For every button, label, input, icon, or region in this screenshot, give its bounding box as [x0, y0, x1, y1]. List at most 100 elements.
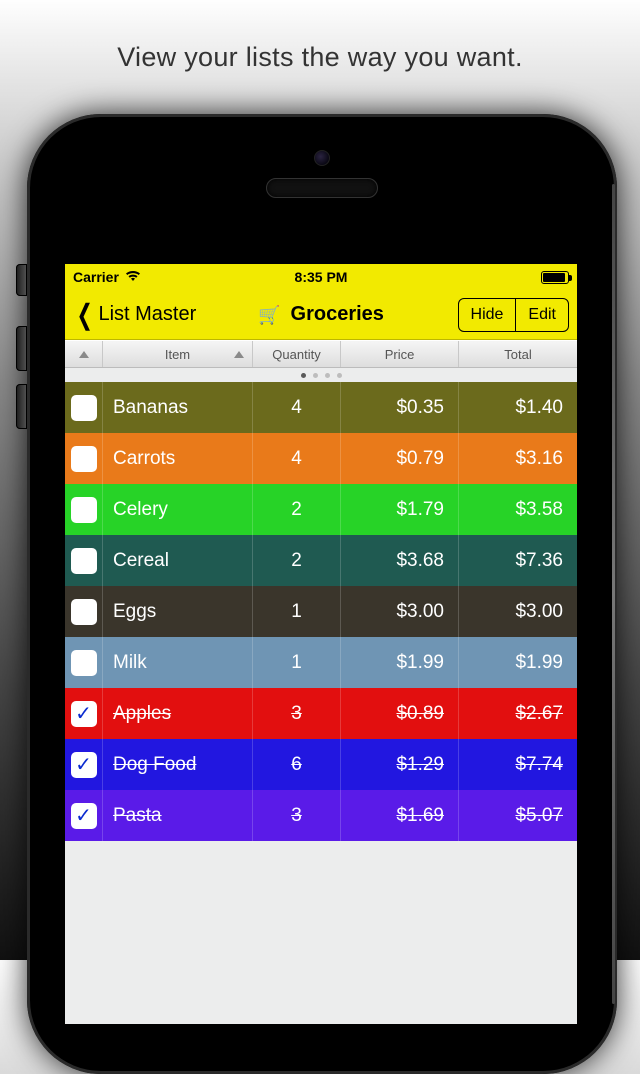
- table-row[interactable]: Eggs 1 $3.00$3.00: [65, 586, 577, 637]
- hide-button[interactable]: Hide: [459, 299, 516, 331]
- table-row[interactable]: Celery 2 $1.79 $3.58: [65, 484, 577, 535]
- row-item: Milk: [113, 652, 147, 674]
- row-price: $1.69: [396, 805, 444, 827]
- mute-switch: [16, 264, 27, 296]
- row-price-cell: $1.69: [341, 790, 459, 841]
- table-row[interactable]: Milk 1 $1.99 $1.99: [65, 637, 577, 688]
- row-total-cell: $3.00: [459, 586, 577, 637]
- row-checkbox-cell: [65, 433, 103, 484]
- row-checkbox[interactable]: [71, 548, 97, 574]
- row-total: $3.16: [515, 448, 563, 470]
- row-price-cell: $0.89: [341, 688, 459, 739]
- pager-dot[interactable]: [337, 373, 342, 378]
- table-row[interactable]: Carrots4$0.79$3.16: [65, 433, 577, 484]
- row-checkbox[interactable]: [71, 395, 97, 421]
- row-checkbox[interactable]: [71, 650, 97, 676]
- row-total: $3.58: [515, 499, 563, 521]
- row-checkbox[interactable]: [71, 446, 97, 472]
- row-checkbox[interactable]: ✓: [71, 803, 97, 829]
- row-checkbox[interactable]: [71, 599, 97, 625]
- row-total-cell: $2.67: [459, 688, 577, 739]
- row-item-cell: Pasta: [103, 790, 253, 841]
- header-price[interactable]: Price: [341, 341, 459, 367]
- row-quantity-cell: 1: [253, 637, 341, 688]
- row-price-cell: $1.29: [341, 739, 459, 790]
- header-item-label: Item: [165, 347, 190, 362]
- row-quantity: 2: [291, 499, 302, 521]
- table-row[interactable]: ✓Dog Food 6 $1.29 $7.74: [65, 739, 577, 790]
- row-price-cell: $1.79: [341, 484, 459, 535]
- row-total: $7.74: [515, 754, 563, 776]
- back-label: List Master: [98, 303, 196, 326]
- sort-asc-icon: [79, 351, 89, 358]
- row-total: $5.07: [515, 805, 563, 827]
- table-row[interactable]: ✓Apples3$0.89$2.67: [65, 688, 577, 739]
- row-quantity: 6: [291, 754, 302, 776]
- row-price: $1.99: [396, 652, 444, 674]
- volume-down-button: [16, 384, 27, 429]
- nav-actions: Hide Edit: [458, 298, 569, 332]
- row-checkbox-cell: [65, 637, 103, 688]
- back-button[interactable]: ❮ List Master: [73, 301, 196, 329]
- row-item-cell: Bananas: [103, 382, 253, 433]
- row-price-cell: $0.35: [341, 382, 459, 433]
- row-total-cell: $7.36: [459, 535, 577, 586]
- header-item[interactable]: Item: [103, 341, 253, 367]
- row-price: $0.89: [396, 703, 444, 725]
- table-row[interactable]: ✓ Pasta 3 $1.69 $5.07: [65, 790, 577, 841]
- status-time: 8:35 PM: [65, 269, 577, 285]
- row-checkbox-cell: ✓: [65, 688, 103, 739]
- row-price: $3.68: [396, 550, 444, 572]
- row-item: Celery: [113, 499, 168, 521]
- pager-dots: [65, 368, 577, 382]
- row-quantity-cell: 2: [253, 484, 341, 535]
- row-quantity-cell: 3: [253, 790, 341, 841]
- row-total-cell: $3.16: [459, 433, 577, 484]
- pager-dot[interactable]: [301, 373, 306, 378]
- proximity-sensor: [314, 150, 330, 166]
- row-checkbox[interactable]: ✓: [71, 701, 97, 727]
- row-quantity: 1: [291, 601, 302, 623]
- row-total: $2.67: [515, 703, 563, 725]
- row-item-cell: Dog Food: [103, 739, 253, 790]
- cart-icon: 🛒: [258, 306, 280, 324]
- row-item-cell: Eggs: [103, 586, 253, 637]
- row-total-cell: $1.99: [459, 637, 577, 688]
- table-row[interactable]: Bananas4$0.35$1.40: [65, 382, 577, 433]
- header-total-label: Total: [504, 347, 531, 362]
- header-quantity[interactable]: Quantity: [253, 341, 341, 367]
- pager-dot[interactable]: [325, 373, 330, 378]
- status-bar: Carrier 8:35 PM: [65, 264, 577, 290]
- header-total[interactable]: Total: [459, 341, 577, 367]
- row-item: Bananas: [113, 397, 188, 419]
- nav-bar: ❮ List Master 🛒 Groceries Hide Edit: [65, 290, 577, 340]
- pager-dot[interactable]: [313, 373, 318, 378]
- row-price-cell: $3.00: [341, 586, 459, 637]
- table-row[interactable]: Cereal2$3.68$7.36: [65, 535, 577, 586]
- table-header: Item Quantity Price Total: [65, 340, 577, 368]
- row-checkbox-cell: ✓: [65, 739, 103, 790]
- row-checkbox-cell: [65, 382, 103, 433]
- edit-button[interactable]: Edit: [515, 299, 568, 331]
- volume-up-button: [16, 326, 27, 371]
- row-total: $1.99: [515, 652, 563, 674]
- row-quantity-cell: 6: [253, 739, 341, 790]
- row-checkbox-cell: [65, 484, 103, 535]
- row-item-cell: Celery: [103, 484, 253, 535]
- header-sort-check[interactable]: [65, 341, 103, 367]
- row-total: $1.40: [515, 397, 563, 419]
- row-checkbox[interactable]: ✓: [71, 752, 97, 778]
- header-quantity-label: Quantity: [272, 347, 320, 362]
- row-item-cell: Milk: [103, 637, 253, 688]
- row-item: Apples: [113, 703, 171, 725]
- row-item: Eggs: [113, 601, 156, 623]
- row-item: Pasta: [113, 805, 162, 827]
- row-checkbox-cell: [65, 535, 103, 586]
- row-quantity-cell: 1: [253, 586, 341, 637]
- row-price-cell: $0.79: [341, 433, 459, 484]
- row-total: $7.36: [515, 550, 563, 572]
- row-checkbox-cell: ✓: [65, 790, 103, 841]
- row-quantity: 2: [291, 550, 302, 572]
- row-total-cell: $3.58: [459, 484, 577, 535]
- row-checkbox[interactable]: [71, 497, 97, 523]
